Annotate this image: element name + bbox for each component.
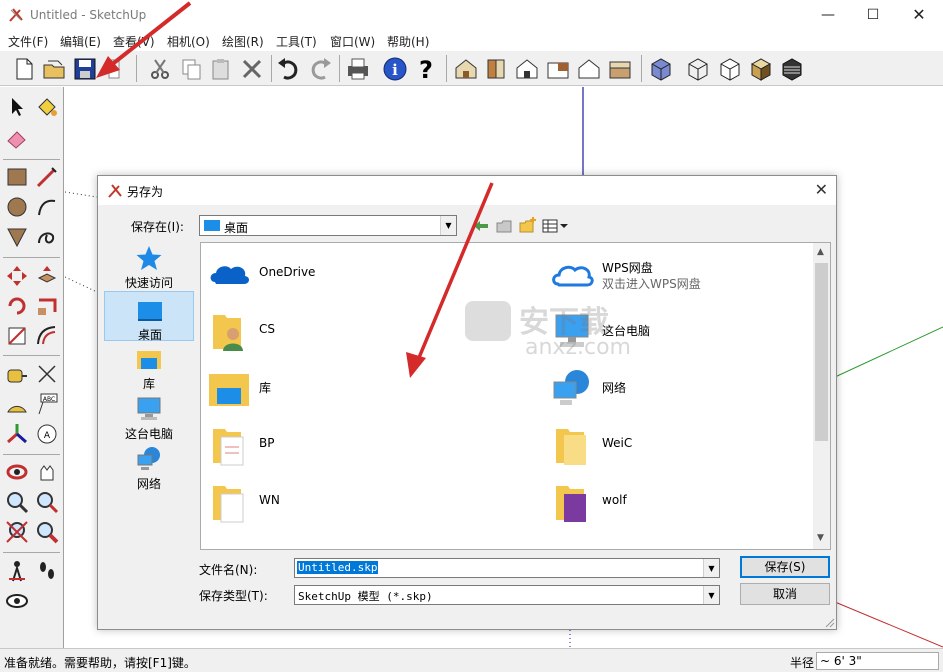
status-bar: 准备就绪。需要帮助，请按[F1]键。 半径 ~ 6' 3" [0,648,943,672]
radius-label: 半径 [790,656,815,670]
annotation-arrow-icon [416,182,494,361]
annotation-arrows [96,1,494,378]
annotation-arrow-icon [108,1,192,68]
radius-input[interactable]: ~ 6' 3" [816,652,939,670]
status-message: 准备就绪。需要帮助，请按[F1]键。 [4,656,196,670]
